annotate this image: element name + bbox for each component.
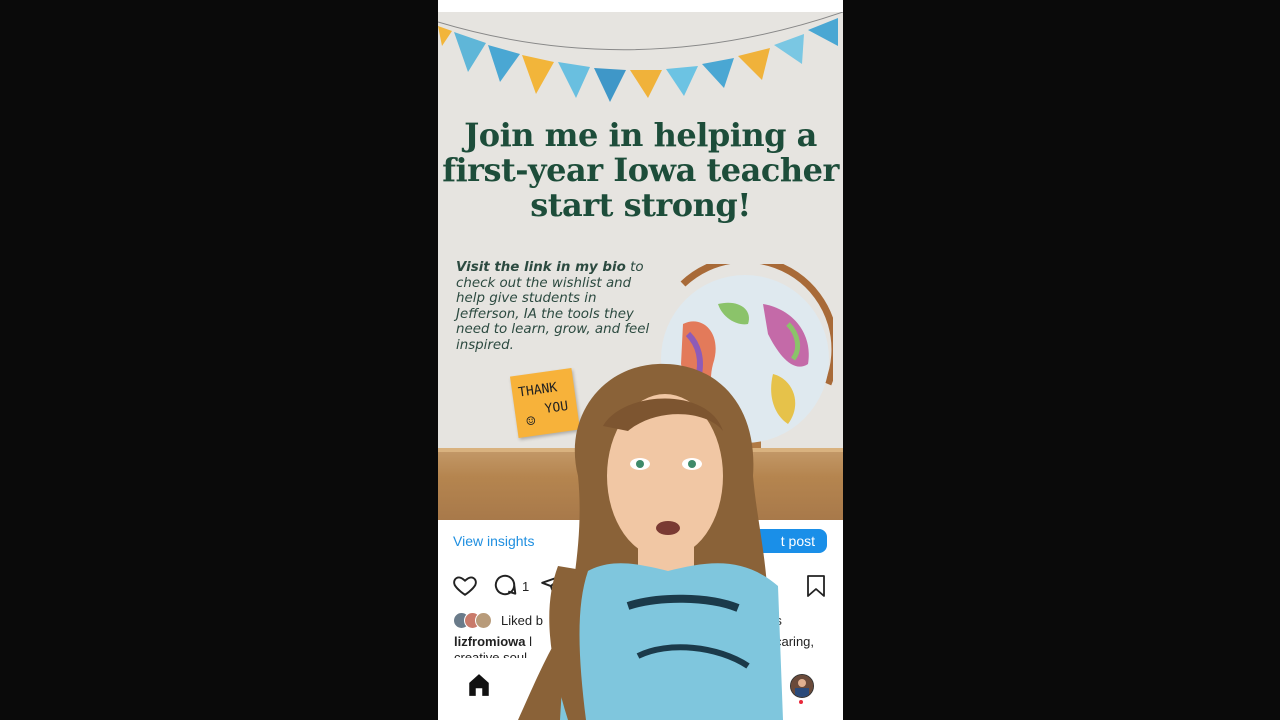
- caption-text-end: caring,: [775, 634, 815, 649]
- bunting-decoration: [438, 12, 843, 102]
- profile-avatar-image: [791, 675, 813, 697]
- post-actions: 1: [438, 572, 843, 604]
- post-body-text: Visit the link in my bio to check out th…: [456, 260, 656, 353]
- liked-by-prefix: Liked b: [501, 613, 543, 628]
- caption-line-2: creative soul: [454, 650, 834, 658]
- caption-username[interactable]: lizfromiowa: [454, 634, 526, 649]
- bookmark-icon[interactable]: [805, 574, 827, 598]
- headline-line-3: start strong!: [530, 186, 751, 224]
- liker-avatar: [475, 612, 492, 629]
- heart-icon[interactable]: [452, 572, 478, 598]
- home-icon[interactable]: [466, 672, 492, 698]
- notification-dot: [799, 700, 803, 704]
- view-insights-link[interactable]: View insights: [453, 533, 534, 549]
- profile-avatar[interactable]: [790, 674, 814, 698]
- instagram-phone-screen: Join me in helping a first-year Iowa tea…: [438, 0, 843, 720]
- status-strip: [438, 0, 843, 12]
- post-caption: lizfromiowa l caring, creative soul: [454, 634, 834, 658]
- caption-line-2-text: creative soul: [454, 650, 527, 658]
- post-image[interactable]: Join me in helping a first-year Iowa tea…: [438, 12, 843, 520]
- comment-count: 1: [522, 579, 530, 594]
- thank-you-sticky-note: THANK ☺ YOU: [509, 367, 581, 439]
- body-bold: Visit the link in my bio: [456, 260, 626, 275]
- headline-line-2: first-year Iowa teacher: [442, 151, 839, 189]
- comment-icon[interactable]: [492, 572, 518, 598]
- insights-row: View insights t post: [438, 520, 843, 562]
- bottom-nav: [438, 668, 843, 720]
- sticky-face: ☺: [525, 411, 537, 431]
- share-icon[interactable]: [540, 572, 566, 598]
- headline-line-1: Join me in helping a: [464, 116, 817, 154]
- post-headline: Join me in helping a first-year Iowa tea…: [438, 118, 843, 223]
- liked-by-suffix: rs: [771, 613, 782, 628]
- sticky-line-1: THANK: [517, 380, 559, 401]
- liked-by-row[interactable]: Liked b rs: [453, 612, 833, 630]
- caption-text-start: l: [525, 634, 533, 649]
- boost-post-label: t post: [780, 533, 815, 549]
- wooden-table: [438, 448, 843, 520]
- sticky-line-2: YOU: [543, 398, 570, 418]
- boost-post-button[interactable]: t post: [751, 529, 827, 553]
